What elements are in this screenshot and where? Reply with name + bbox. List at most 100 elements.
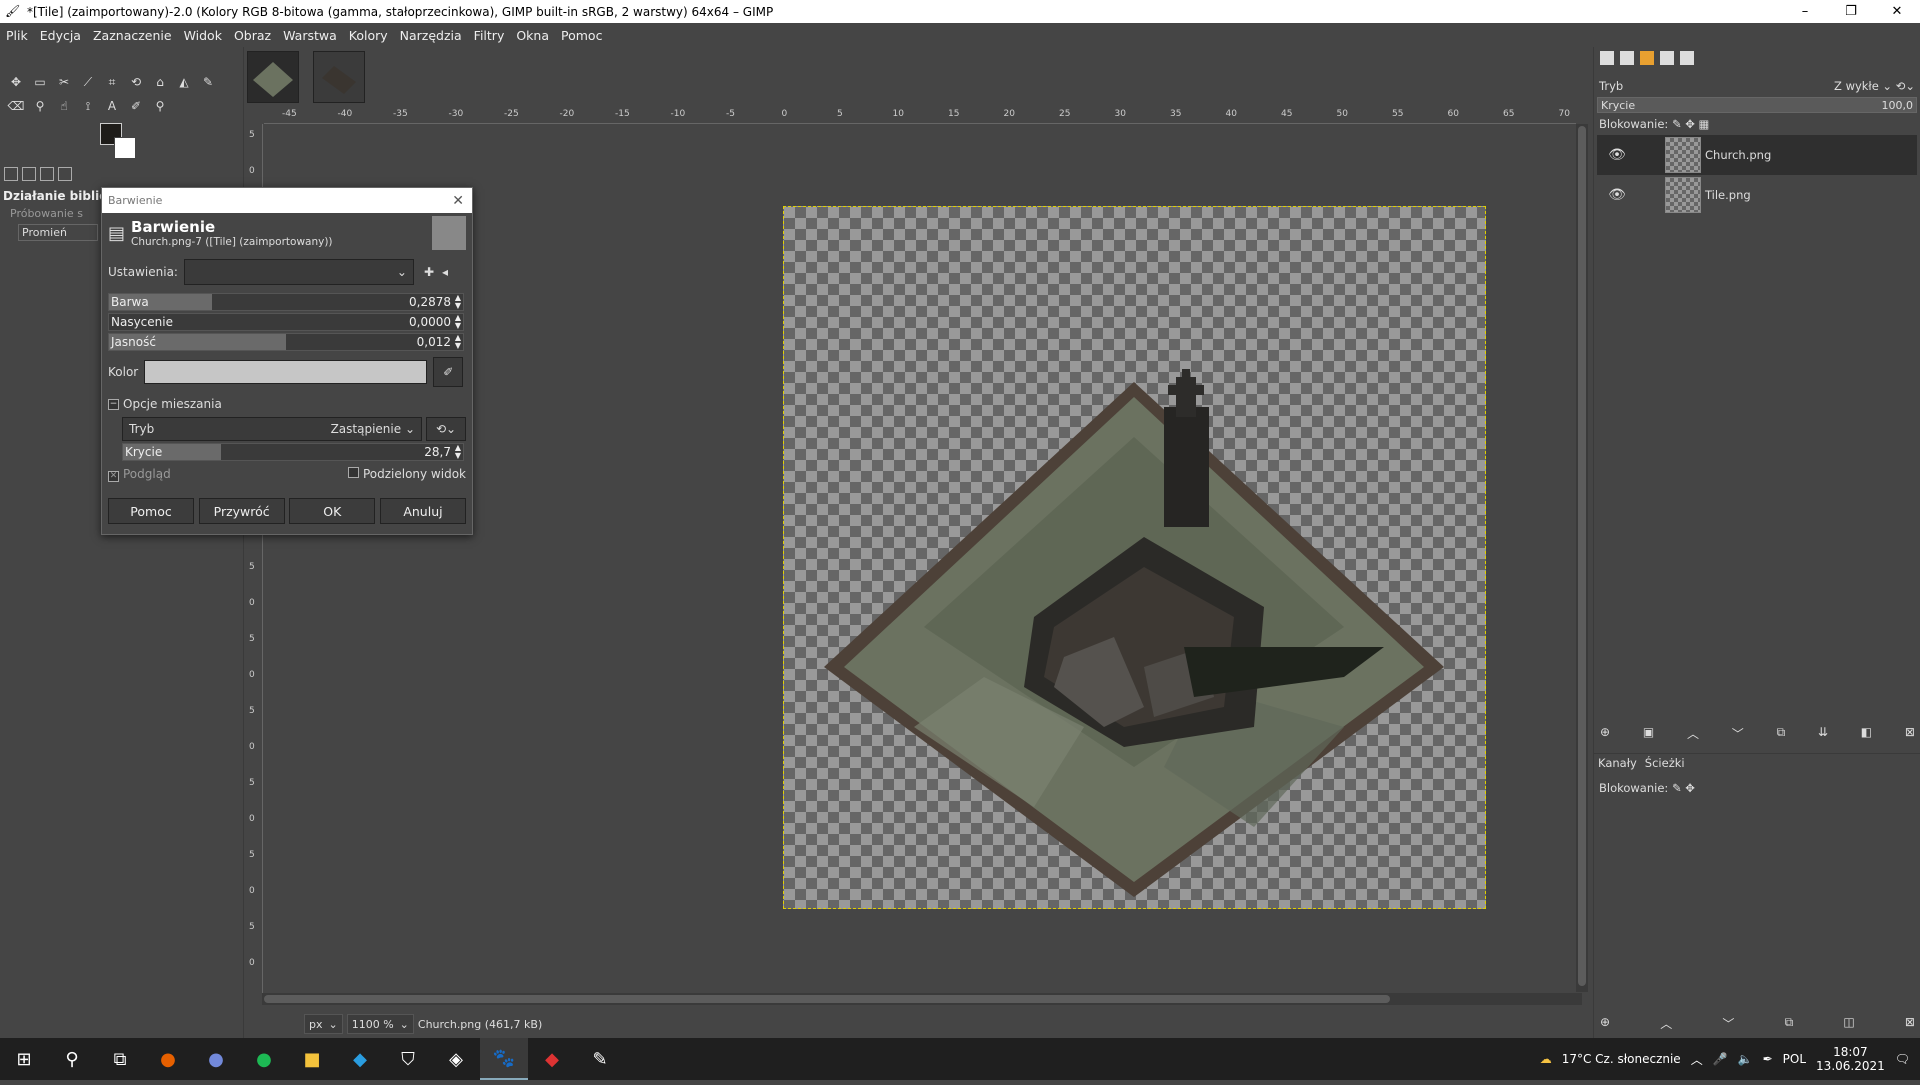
settings-select[interactable]: ⌄ [183,259,414,285]
fuzzy-select-icon[interactable]: ⟋ [76,70,100,94]
horizontal-ruler[interactable]: -45 -40 -35 -30 -25 -20 -15 -10 -5 0 5 10 15 20 25 30 35… [264,107,1576,124]
image-tab-church[interactable] [313,51,365,103]
text-icon[interactable]: A [100,94,124,118]
eye-icon[interactable]: 👁 [1597,147,1637,163]
minimize-button[interactable]: – [1782,0,1828,23]
help-button[interactable]: Pomoc [108,498,194,524]
add-preset-icon[interactable]: ✚ [424,265,434,279]
preview-checkbox[interactable]: ✕ [108,470,119,482]
spin-arrows-icon[interactable]: ▲ ▼ [455,334,461,350]
lower-channel-icon[interactable]: ﹀ [1722,1015,1734,1032]
maximize-button[interactable]: ❐ [1828,0,1874,23]
image-tab-tile[interactable] [247,51,299,103]
security-icon[interactable]: ⛉ [384,1038,432,1080]
transform-icon[interactable]: ⟲ [124,70,148,94]
warp-icon[interactable]: ⌂ [148,70,172,94]
spotify-icon[interactable]: ● [240,1038,288,1080]
menu-narzedzia[interactable]: Narzędzia [394,28,468,43]
vertical-scroll-thumb[interactable] [1578,126,1586,986]
paint-icon[interactable]: ✎ [576,1038,624,1080]
gimp-taskbar-icon[interactable]: 🐾 [480,1038,528,1080]
collapse-icon[interactable]: − [108,398,119,410]
layer-mode-select[interactable]: Z wykłe ⌄ ⟲⌄ [1834,79,1915,93]
menu-obraz[interactable]: Obraz [228,28,277,43]
opacity-slider[interactable]: Krycie 28,7 ▲ ▼ [122,443,464,461]
color-picker-icon[interactable]: ✐ [124,94,148,118]
lock-pixels-icon[interactable]: ✎ [1672,781,1682,795]
cancel-button[interactable]: Anuluj [379,498,466,524]
task-view-icon[interactable]: ⧉ [96,1038,144,1080]
saturation-slider[interactable]: Nasycenie 0,0000 ▲ ▼ [108,313,464,331]
vscode-icon[interactable]: ◆ [336,1038,384,1080]
split-view-checkbox[interactable] [347,467,359,479]
dialog-title-bar[interactable]: Barwienie ✕ [102,188,472,213]
menu-widok[interactable]: Widok [178,28,228,43]
discord-icon[interactable]: ● [192,1038,240,1080]
menu-okna[interactable]: Okna [510,28,555,43]
chevron-up-icon[interactable]: ︿ [1691,1051,1703,1068]
composite-mode-icon[interactable]: ⟲⌄ [426,417,466,441]
layer-row[interactable]: 👁 Church.png [1597,135,1917,175]
horizontal-scroll-thumb[interactable] [264,995,1390,1003]
undo-history-tab-icon[interactable] [22,167,36,181]
lower-layer-icon[interactable]: ﹀ [1732,725,1744,742]
paintbrush-icon[interactable]: ✎ [196,70,220,94]
device-status-tab-icon[interactable] [58,167,72,181]
channel-to-selection-icon[interactable]: ◫ [1843,1015,1854,1032]
menu-zaznaczenie[interactable]: Zaznaczenie [87,28,178,43]
lock-pixels-icon[interactable]: ✎ [1672,117,1682,131]
search-icon[interactable]: ⚲ [48,1038,96,1080]
volume-icon[interactable]: 🔈 [1738,1052,1753,1066]
raise-layer-icon[interactable]: ︿ [1687,725,1699,742]
vertical-scrollbar[interactable] [1576,124,1588,992]
duplicate-channel-icon[interactable]: ⧉ [1785,1015,1794,1032]
paths-icon[interactable]: ⟟ [76,94,100,118]
menu-edycja[interactable]: Edycja [34,28,87,43]
close-button[interactable]: ✕ [1874,0,1920,23]
hue-slider[interactable]: Barwa 0,2878 ▲ ▼ [108,293,464,311]
paths-tab-icon[interactable] [1640,51,1654,65]
color-button[interactable] [144,360,428,384]
layer-row[interactable]: 👁 Tile.png [1597,175,1917,215]
aseprite-icon[interactable]: ◆ [528,1038,576,1080]
images-tab-icon[interactable] [40,167,54,181]
bucket-fill-icon[interactable]: ◭ [172,70,196,94]
weather-text[interactable]: 17°C Cz. słonecznie [1562,1052,1681,1066]
merge-layer-icon[interactable]: ⇊ [1818,725,1828,742]
spin-arrows-icon[interactable]: ▲ ▼ [455,314,461,330]
histogram-tab-icon[interactable] [1660,51,1674,65]
new-group-icon[interactable]: ▣ [1643,725,1654,742]
dialog-close-icon[interactable]: ✕ [452,193,464,209]
layer-name[interactable]: Tile.png [1705,188,1751,202]
duplicate-layer-icon[interactable]: ⧉ [1777,725,1786,742]
lock-alpha-icon[interactable]: ▦ [1699,117,1710,131]
new-layer-icon[interactable]: ⊕ [1600,725,1610,742]
firefox-icon[interactable]: ● [144,1038,192,1080]
horizontal-scrollbar[interactable] [262,993,1582,1005]
spin-arrows-icon[interactable]: ▲ ▼ [455,444,461,460]
background-color[interactable] [114,137,136,159]
weather-icon[interactable]: ☁ [1540,1052,1552,1066]
undo-tab-icon[interactable] [1680,51,1694,65]
crop-icon[interactable]: ⌗ [100,70,124,94]
windows-start-icon[interactable]: ⊞ [0,1038,48,1080]
menu-pomoc[interactable]: Pomoc [555,28,608,43]
preset-menu-icon[interactable]: ◂ [442,265,448,279]
clone-icon[interactable]: ⚲ [28,94,52,118]
smudge-icon[interactable]: ☝ [52,94,76,118]
pen-icon[interactable]: ✒ [1763,1052,1773,1066]
menu-plik[interactable]: Plik [0,28,34,43]
layer-opacity-slider[interactable]: Krycie 100,0 [1597,97,1917,113]
free-select-icon[interactable]: ✂ [52,70,76,94]
delete-channel-icon[interactable]: ⊠ [1905,1015,1915,1032]
eye-icon[interactable]: 👁 [1597,187,1637,203]
lock-position-icon[interactable]: ✥ [1685,117,1695,131]
tool-options-tab-icon[interactable] [4,167,18,181]
mask-layer-icon[interactable]: ◧ [1861,725,1872,742]
menu-kolory[interactable]: Kolory [343,28,394,43]
radius-option[interactable]: Promień [18,224,98,241]
eraser-icon[interactable]: ⌫ [4,94,28,118]
blend-options-header[interactable]: − Opcje mieszania [102,397,472,411]
rect-select-icon[interactable]: ▭ [28,70,52,94]
delete-layer-icon[interactable]: ⊠ [1905,725,1915,742]
